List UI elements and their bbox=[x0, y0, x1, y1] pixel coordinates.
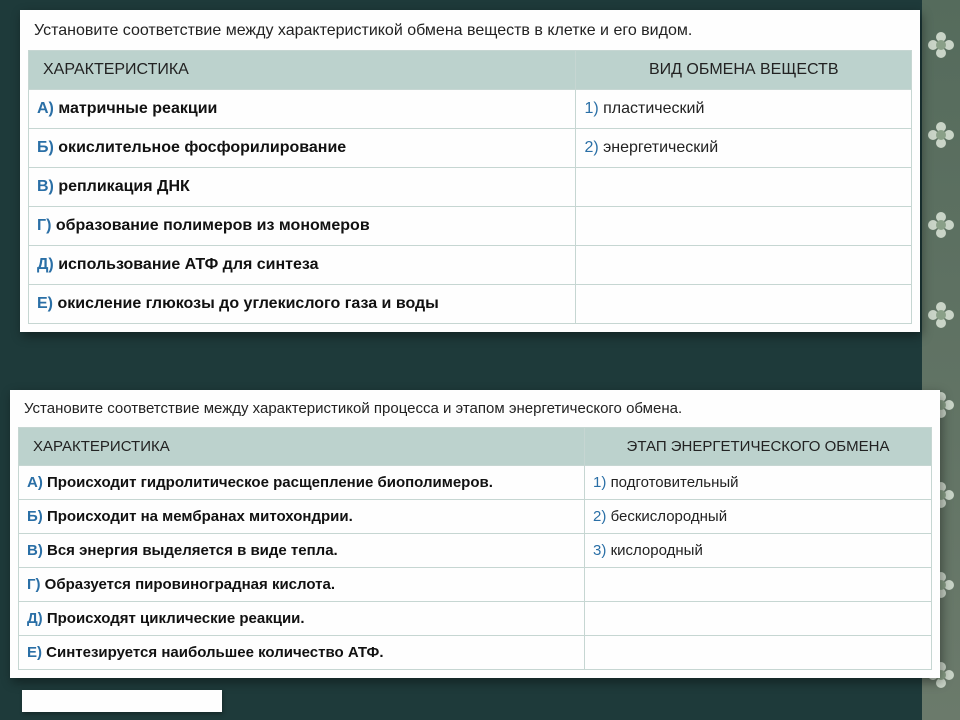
task1-card: Установите соответствие между характерис… bbox=[20, 10, 920, 332]
row-text: образование полимеров из мономеров bbox=[56, 217, 370, 234]
row-letter: В) bbox=[27, 542, 43, 559]
task2-row-a: А) Происходит гидролитическое расщеплени… bbox=[19, 466, 585, 500]
row-letter: В) bbox=[37, 178, 54, 195]
row-text: Вся энергия выделяется в виде тепла. bbox=[47, 542, 338, 559]
row-text: матричные реакции bbox=[58, 100, 217, 117]
task1-head-left: ХАРАКТЕРИСТИКА bbox=[29, 51, 576, 90]
task1-row-g: Г) образование полимеров из мономеров bbox=[29, 207, 576, 246]
task1-row-e: Е) окисление глюкозы до углекислого газа… bbox=[29, 285, 576, 324]
table-row: Б) окислительное фосфорилирование 2) эне… bbox=[29, 129, 912, 168]
row-letter: А) bbox=[37, 100, 54, 117]
flower-icon bbox=[928, 122, 954, 148]
table-header-row: ХАРАКТЕРИСТИКА ЭТАП ЭНЕРГЕТИЧЕСКОГО ОБМЕ… bbox=[19, 428, 932, 466]
table-row: А) Происходит гидролитическое расщеплени… bbox=[19, 466, 932, 500]
table-row: Е) окисление глюкозы до углекислого газа… bbox=[29, 285, 912, 324]
task2-row-d: Д) Происходят циклические реакции. bbox=[19, 602, 585, 636]
task2-head-right: ЭТАП ЭНЕРГЕТИЧЕСКОГО ОБМЕНА bbox=[585, 428, 932, 466]
slide: Установите соответствие между характерис… bbox=[0, 0, 960, 720]
option-text: кислородный bbox=[611, 542, 703, 559]
empty-cell bbox=[585, 568, 932, 602]
empty-cell bbox=[576, 285, 912, 324]
footer-strip bbox=[22, 690, 222, 712]
row-letter: Б) bbox=[27, 508, 43, 525]
table-row: Д) использование АТФ для синтеза bbox=[29, 246, 912, 285]
option-text: подготовительный bbox=[611, 474, 739, 491]
task1-option-1: 1) пластический bbox=[576, 90, 912, 129]
table-row: Г) Образуется пировиноградная кислота. bbox=[19, 568, 932, 602]
task1-option-2: 2) энергетический bbox=[576, 129, 912, 168]
table-header-row: ХАРАКТЕРИСТИКА ВИД ОБМЕНА ВЕЩЕСТВ bbox=[29, 51, 912, 90]
row-letter: Е) bbox=[27, 644, 42, 661]
task2-row-e: Е) Синтезируется наибольшее количество А… bbox=[19, 636, 585, 670]
row-letter: Б) bbox=[37, 139, 54, 156]
table-row: В) Вся энергия выделяется в виде тепла. … bbox=[19, 534, 932, 568]
task1-prompt: Установите соответствие между характерис… bbox=[28, 18, 912, 50]
task2-card: Установите соответствие между характерис… bbox=[10, 390, 940, 678]
option-number: 1) bbox=[584, 100, 603, 117]
empty-cell bbox=[576, 207, 912, 246]
task2-table: ХАРАКТЕРИСТИКА ЭТАП ЭНЕРГЕТИЧЕСКОГО ОБМЕ… bbox=[18, 427, 932, 670]
row-letter: А) bbox=[27, 474, 43, 491]
task1-row-v: В) репликация ДНК bbox=[29, 168, 576, 207]
row-letter: Г) bbox=[37, 217, 51, 234]
row-text: окисление глюкозы до углекислого газа и … bbox=[57, 295, 438, 312]
row-text: использование АТФ для синтеза bbox=[58, 256, 318, 273]
table-row: Б) Происходит на мембранах митохондрии. … bbox=[19, 500, 932, 534]
task1-row-a: А) матричные реакции bbox=[29, 90, 576, 129]
table-row: В) репликация ДНК bbox=[29, 168, 912, 207]
task2-option-2: 2) бескислородный bbox=[585, 500, 932, 534]
row-text: Происходит на мембранах митохондрии. bbox=[47, 508, 353, 525]
table-row: Д) Происходят циклические реакции. bbox=[19, 602, 932, 636]
option-text: бескислородный bbox=[611, 508, 728, 525]
table-row: Г) образование полимеров из мономеров bbox=[29, 207, 912, 246]
row-letter: Д) bbox=[37, 256, 54, 273]
row-text: окислительное фосфорилирование bbox=[58, 139, 346, 156]
empty-cell bbox=[576, 168, 912, 207]
empty-cell bbox=[576, 246, 912, 285]
task2-row-b: Б) Происходит на мембранах митохондрии. bbox=[19, 500, 585, 534]
row-text: Происходят циклические реакции. bbox=[47, 610, 305, 627]
task2-row-v: В) Вся энергия выделяется в виде тепла. bbox=[19, 534, 585, 568]
task2-option-3: 3) кислородный bbox=[585, 534, 932, 568]
flower-icon bbox=[928, 32, 954, 58]
option-text: пластический bbox=[603, 100, 704, 117]
row-letter: Г) bbox=[27, 576, 41, 593]
flower-icon bbox=[928, 302, 954, 328]
row-letter: Д) bbox=[27, 610, 43, 627]
task1-table: ХАРАКТЕРИСТИКА ВИД ОБМЕНА ВЕЩЕСТВ А) мат… bbox=[28, 50, 912, 324]
row-text: Происходит гидролитическое расщепление б… bbox=[47, 474, 493, 491]
row-text: Синтезируется наибольшее количество АТФ. bbox=[46, 644, 383, 661]
option-text: энергетический bbox=[603, 139, 718, 156]
empty-cell bbox=[585, 636, 932, 670]
empty-cell bbox=[585, 602, 932, 636]
row-text: Образуется пировиноградная кислота. bbox=[45, 576, 335, 593]
task1-row-b: Б) окислительное фосфорилирование bbox=[29, 129, 576, 168]
task1-row-d: Д) использование АТФ для синтеза bbox=[29, 246, 576, 285]
task2-prompt: Установите соответствие между характерис… bbox=[18, 396, 932, 427]
task1-head-right: ВИД ОБМЕНА ВЕЩЕСТВ bbox=[576, 51, 912, 90]
task2-row-g: Г) Образуется пировиноградная кислота. bbox=[19, 568, 585, 602]
task2-option-1: 1) подготовительный bbox=[585, 466, 932, 500]
option-number: 1) bbox=[593, 474, 611, 491]
option-number: 2) bbox=[593, 508, 611, 525]
option-number: 2) bbox=[584, 139, 603, 156]
table-row: А) матричные реакции 1) пластический bbox=[29, 90, 912, 129]
flower-icon bbox=[928, 212, 954, 238]
option-number: 3) bbox=[593, 542, 611, 559]
row-text: репликация ДНК bbox=[58, 178, 189, 195]
task2-head-left: ХАРАКТЕРИСТИКА bbox=[19, 428, 585, 466]
row-letter: Е) bbox=[37, 295, 53, 312]
table-row: Е) Синтезируется наибольшее количество А… bbox=[19, 636, 932, 670]
